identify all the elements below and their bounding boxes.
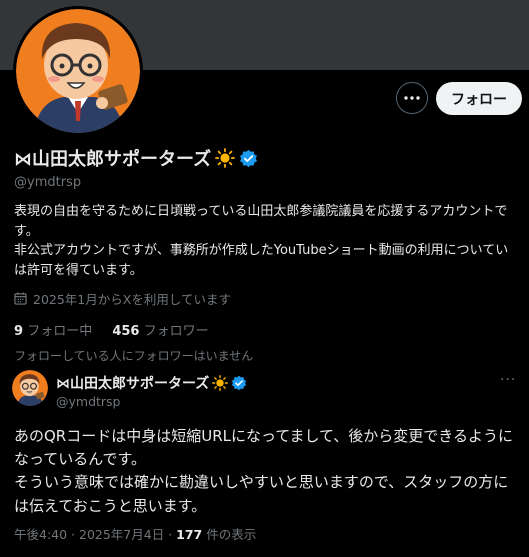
bio-line: す。 [14, 223, 39, 239]
following-link[interactable]: 9 フォロー中 [14, 324, 92, 339]
tweet-views-label: 件の表示 [206, 527, 257, 542]
profile-display-name: ⋈山田太郎サポーターズ [14, 145, 258, 171]
joined-date: 2025年1月からXを利用しています [14, 289, 231, 308]
tweet-avatar[interactable] [12, 370, 48, 406]
follow-stats: 9 フォロー中 456 フォロワー [14, 320, 225, 339]
tweet-author-text: ⋈山田太郎サポーターズ [56, 376, 210, 392]
bio-line: 表現の自由を守るために日頃戦っている山田太郎参議院議員を応援するアカウントで [14, 204, 508, 219]
more-options-button[interactable] [396, 82, 428, 114]
tweet-line: は伝えておこうと思います。 [14, 496, 207, 515]
verified-badge-icon[interactable] [231, 375, 247, 391]
tweet-views-count: 177 [176, 527, 203, 542]
tweet-date: 2025年7月4日 [79, 527, 165, 542]
profile-handle: @ymdtrsp [14, 175, 82, 190]
follow-button[interactable]: フォロー [436, 82, 522, 115]
profile-bio: 表現の自由を守るために日頃戦っている山田太郎参議院議員を応援するアカウントで す… [14, 202, 519, 280]
display-name-text: ⋈山田太郎サポーターズ [14, 149, 212, 170]
followers-link[interactable]: 456 フォロワー [112, 324, 208, 339]
profile-page: フォロー ⋈山田太郎サポーターズ @ymdtrsp 表現の自由を守るために日頃戦… [0, 0, 529, 557]
avatar-illustration [16, 9, 140, 133]
tweet-author-name[interactable]: ⋈山田太郎サポーターズ [56, 373, 247, 393]
tweet-body: あのQRコードは中身は短縮URLになってまして、後から変更できるように なってい… [14, 425, 520, 518]
tweet-line: あのQRコードは中身は短縮URLになってまして、後から変更できるように [14, 427, 513, 445]
tweet-more-icon[interactable]: ··· [500, 372, 516, 388]
joined-text: 2025年1月からXを利用しています [33, 292, 231, 307]
avatar-illustration [12, 370, 48, 406]
sun-emoji-icon [215, 148, 236, 168]
verified-badge-icon[interactable] [239, 149, 258, 168]
tweet-meta: 午後4:40 · 2025年7月4日 · 177 件の表示 [14, 524, 256, 543]
followers-you-know[interactable]: フォローしている人にフォロワーはいません [14, 347, 253, 364]
profile-avatar[interactable] [13, 6, 143, 136]
tweet-line: そういう意味では確かに勘違いしやすいと思いますので、スタッフの方に [14, 473, 509, 492]
tweet-author-handle[interactable]: @ymdtrsp [56, 394, 121, 409]
tweet-timestamp[interactable]: 午後4:40 · 2025年7月4日 [14, 527, 164, 542]
followers-label: フォロワー [143, 324, 209, 339]
tweet-time: 午後4:40 [14, 527, 68, 542]
meta-separator: · [164, 527, 177, 542]
sun-emoji-icon [212, 375, 229, 391]
followers-count: 456 [112, 324, 140, 339]
tweet-line: なっているんです。 [14, 450, 147, 469]
meta-separator: · [67, 527, 79, 542]
following-label: フォロー中 [27, 324, 93, 339]
following-count: 9 [14, 324, 24, 339]
bio-line: 非公式アカウントですが、事務所が作成したYouTubeショート動画の利用について… [14, 243, 509, 258]
more-horizontal-icon [404, 96, 420, 100]
calendar-icon [14, 292, 27, 305]
bio-line: は許可を得ています。 [14, 262, 143, 278]
